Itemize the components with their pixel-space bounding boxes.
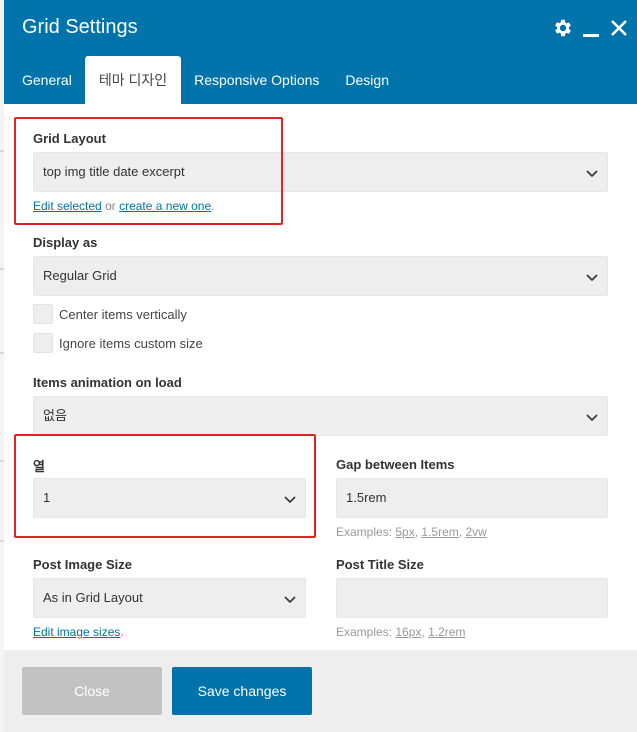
settings-content: Grid Layout top img title date excerpt E… <box>4 104 637 650</box>
gap-input[interactable]: 1.5rem <box>336 478 608 518</box>
tab-design[interactable]: Design <box>332 56 402 104</box>
display-as-label: Display as <box>33 235 98 250</box>
modal-title: Grid Settings <box>22 16 138 38</box>
grid-settings-modal: Grid Settings General 테마 디자인 Responsive … <box>4 0 637 732</box>
gap-hint: Examples: 5px, 1.5rem, 2vw <box>336 525 487 539</box>
close-icon[interactable] <box>607 15 631 41</box>
post-image-size-label: Post Image Size <box>33 557 132 572</box>
center-items-label: Center items vertically <box>59 306 187 322</box>
gear-icon[interactable] <box>551 15 575 41</box>
image-sizes-links: Edit image sizes. <box>33 625 124 639</box>
chevron-down-icon <box>586 274 598 282</box>
save-changes-button[interactable]: Save changes <box>172 667 312 715</box>
tab-responsive-options[interactable]: Responsive Options <box>181 56 332 104</box>
highlight-box-grid-layout <box>14 117 283 225</box>
ignore-size-row: Ignore items custom size <box>33 333 203 353</box>
title-example-1: 16px <box>395 625 422 639</box>
animation-select[interactable]: 없음 <box>33 396 608 436</box>
hint-separator: , <box>458 525 463 539</box>
tab-general[interactable]: General <box>4 56 85 104</box>
post-image-size-select[interactable]: As in Grid Layout <box>33 578 306 618</box>
post-title-size-input[interactable] <box>336 578 608 618</box>
close-button[interactable]: Close <box>22 667 162 715</box>
header-icons <box>551 15 631 41</box>
post-title-size-label: Post Title Size <box>336 557 424 572</box>
center-items-checkbox[interactable] <box>33 304 53 324</box>
modal-footer: Close Save changes <box>4 650 637 732</box>
center-items-row: Center items vertically <box>33 304 187 324</box>
gap-example-2: 1.5rem <box>421 525 459 539</box>
chevron-down-icon <box>586 170 598 178</box>
hint-separator: , <box>414 525 419 539</box>
title-example-2: 1.2rem <box>428 625 466 639</box>
display-as-value: Regular Grid <box>43 268 117 283</box>
ignore-size-checkbox[interactable] <box>33 333 53 353</box>
animation-value: 없음 <box>43 408 67 423</box>
gap-value: 1.5rem <box>346 490 387 505</box>
chevron-down-icon <box>586 414 598 422</box>
tab-theme-design[interactable]: 테마 디자인 <box>84 56 182 104</box>
tab-bar: General 테마 디자인 Responsive Options Design <box>4 56 402 104</box>
highlight-box-columns <box>14 434 316 538</box>
title-size-hint: Examples: 16px, 1.2rem <box>336 625 465 639</box>
animation-label: Items animation on load <box>33 375 182 390</box>
hint-separator: , <box>421 625 425 639</box>
title-hint-prefix: Examples: <box>336 625 393 639</box>
post-image-size-value: As in Grid Layout <box>43 590 143 605</box>
modal-header: Grid Settings General 테마 디자인 Responsive … <box>4 0 637 104</box>
ignore-size-label: Ignore items custom size <box>59 335 203 351</box>
gap-label: Gap between Items <box>336 457 455 472</box>
display-as-select[interactable]: Regular Grid <box>33 256 608 296</box>
gap-hint-prefix: Examples: <box>336 525 393 539</box>
edit-image-sizes-link[interactable]: Edit image sizes <box>33 625 120 639</box>
minimize-icon[interactable] <box>579 15 603 41</box>
chevron-down-icon <box>284 596 296 604</box>
period-text: . <box>120 625 124 639</box>
gap-example-3: 2vw <box>465 525 487 539</box>
gap-example-1: 5px <box>395 525 415 539</box>
